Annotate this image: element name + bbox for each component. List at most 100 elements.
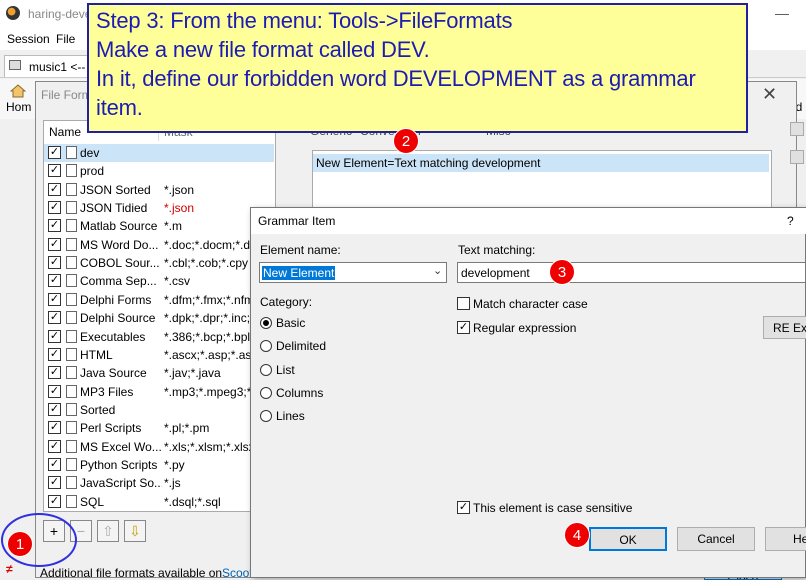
match-case-label: Match character case [473,297,588,311]
list-item[interactable]: ✓ JSON Tidied *.json [44,199,274,217]
step-badge-3: 3 [549,259,575,285]
menu-session[interactable]: Session [7,32,50,46]
list-item[interactable]: ✓ Java Source *.jav;*.java [44,364,274,382]
enabled-checkbox[interactable]: ✓ [48,201,61,215]
step-badge-1: 1 [7,531,33,557]
format-name: Delphi Forms [80,292,152,307]
enabled-checkbox[interactable]: ✓ [48,402,61,416]
side-button[interactable] [790,122,804,136]
file-icon [66,182,77,196]
file-icon [66,256,77,270]
list-item[interactable]: ✓ Matlab Source *.m [44,217,274,235]
enabled-checkbox[interactable]: ✓ [48,384,61,398]
format-name: Comma Sep... [80,274,157,289]
radio-label-lines: Lines [276,409,305,424]
list-item[interactable]: ✓ Sorted [44,401,274,419]
minimize-icon[interactable]: — [775,5,789,21]
list-item[interactable]: ✓ JSON Sorted *.json [44,181,274,199]
error-marker-icon: ≠ [6,562,13,576]
list-item[interactable]: ✓ Delphi Source *.dpk;*.dpr;*.inc; [44,309,274,327]
enabled-checkbox[interactable]: ✓ [48,439,61,453]
format-name: JSON Sorted [80,182,151,197]
format-name: SQL [80,494,105,509]
radio-label-list: List [276,362,295,377]
list-item[interactable]: ✓ MS Word Do... *.doc;*.docm;*.d [44,236,274,254]
format-name: Sorted [80,402,116,417]
file-icon [66,329,77,343]
list-item[interactable]: ✓ Executables *.386;*.bcp;*.bpl; [44,328,274,346]
file-icon [66,439,77,453]
regex-label: Regular expression [473,321,577,335]
match-case-checkbox[interactable] [457,297,470,310]
enabled-checkbox[interactable]: ✓ [48,256,61,270]
format-name: Perl Scripts [80,421,142,436]
enabled-checkbox[interactable]: ✓ [48,494,61,508]
step-badge-4: 4 [564,522,590,548]
enabled-checkbox[interactable]: ✓ [48,146,61,159]
format-name: Java Source [80,366,147,381]
home-icon[interactable] [10,84,26,98]
file-icon [66,384,77,398]
grammar-row[interactable]: New Element=Text matching development [313,154,769,172]
list-item[interactable]: ✓ MP3 Files *.mp3;*.mpeg3;* [44,383,274,401]
list-item[interactable]: ✓ SQL *.dsql;*.sql [44,493,274,511]
menu-file[interactable]: File [56,32,75,46]
step-badge-2: 2 [393,128,419,154]
format-name: MP3 Files [80,384,134,399]
radio-basic[interactable] [260,317,272,329]
enabled-checkbox[interactable]: ✓ [48,476,61,490]
list-item[interactable]: ✓ Comma Sep... *.csv [44,272,274,290]
enabled-checkbox[interactable]: ✓ [48,421,61,435]
list-item[interactable]: ✓ COBOL Sour... *.cbl;*.cob;*.cpy [44,254,274,272]
list-item[interactable]: ✓ dev [44,144,274,162]
enabled-checkbox[interactable]: ✓ [48,274,61,288]
enabled-checkbox[interactable]: ✓ [48,237,61,251]
element-name-value[interactable]: New Element [262,266,336,280]
enabled-checkbox[interactable]: ✓ [48,219,61,233]
format-name: MS Word Do... [80,237,159,252]
enabled-checkbox[interactable]: ✓ [48,347,61,361]
list-item[interactable]: ✓ MS Excel Wo... *.xls;*.xlsm;*.xlsx [44,438,274,456]
move-up-button[interactable]: ⇧ [97,520,119,542]
column-header-name[interactable]: Name [49,125,81,139]
radio-list[interactable] [260,363,272,376]
enabled-checkbox[interactable]: ✓ [48,457,61,471]
move-down-button[interactable]: ⇩ [124,520,146,542]
callout-line-3: In it, define our forbidden word DEVELOP… [96,66,696,91]
file-icon [66,201,77,215]
file-icon [66,274,77,288]
radio-columns[interactable] [260,386,272,399]
chevron-down-icon[interactable]: ⌄ [433,264,442,277]
enabled-checkbox[interactable]: ✓ [48,329,61,343]
re-examples-button[interactable]: RE Exa [763,316,806,339]
list-item[interactable]: ✓ Delphi Forms *.dfm;*.fmx;*.nfm [44,291,274,309]
cancel-button[interactable]: Cancel [677,527,755,551]
file-icon [66,292,77,306]
list-item[interactable]: ✓ JavaScript So... *.js [44,474,274,492]
enabled-checkbox[interactable]: ✓ [48,366,61,380]
side-button-2[interactable] [790,150,804,164]
format-name: JavaScript So... [80,476,162,491]
list-item[interactable]: ✓ HTML *.ascx;*.asp;*.asp [44,346,274,364]
enabled-checkbox[interactable]: ✓ [48,164,61,178]
text-matching-label: Text matching: [458,243,536,257]
enabled-checkbox[interactable]: ✓ [48,292,61,306]
file-formats-title: File Form [41,88,92,102]
help-icon[interactable]: ? [787,214,794,228]
regex-checkbox[interactable]: ✓ [457,321,470,334]
close-icon[interactable]: ✕ [762,84,777,105]
home-button-label[interactable]: Hom [6,100,31,114]
file-icon [66,311,77,325]
enabled-checkbox[interactable]: ✓ [48,182,61,196]
enabled-checkbox[interactable]: ✓ [48,311,61,325]
ok-button[interactable]: OK [589,527,667,551]
grammar-item-title: Grammar Item [258,214,336,228]
file-icon [66,421,77,435]
case-sensitive-checkbox[interactable]: ✓ [457,501,470,514]
list-item[interactable]: ✓ prod [44,162,274,180]
format-name: prod [80,164,105,179]
help-button[interactable]: He [765,527,806,551]
text-matching-value[interactable]: development [461,266,530,280]
list-item[interactable]: ✓ Perl Scripts *.pl;*.pm [44,419,274,437]
list-item[interactable]: ✓ Python Scripts *.py [44,456,274,474]
